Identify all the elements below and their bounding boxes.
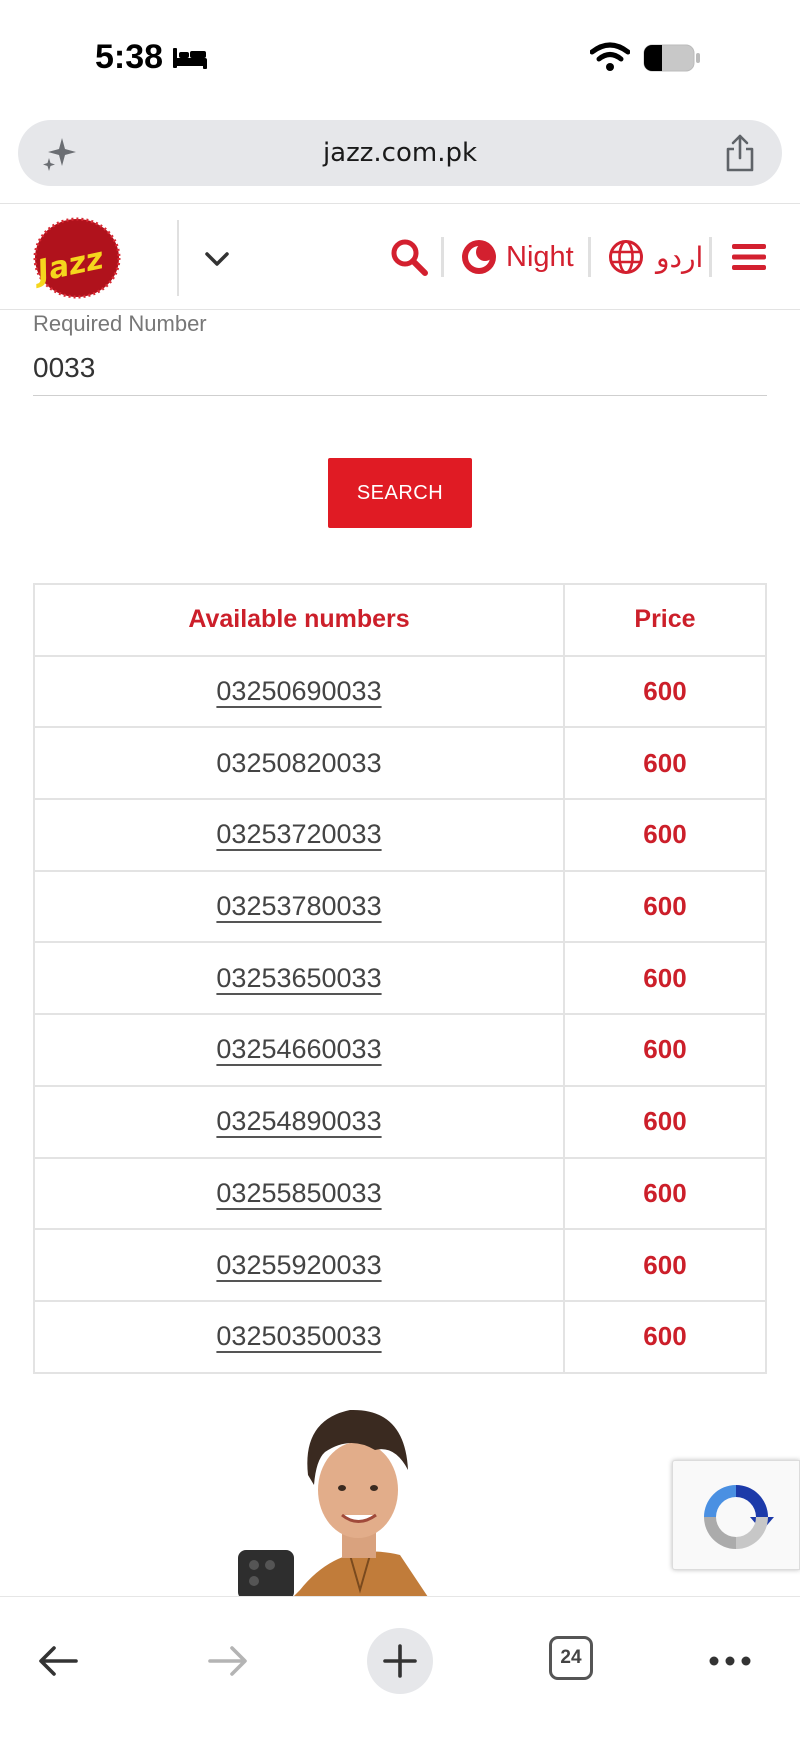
price-cell: 600 [563, 1228, 767, 1302]
table-row: 03254890033 600 [33, 1084, 767, 1159]
jazz-logo[interactable]: Jazz [30, 217, 128, 299]
recaptcha-icon [704, 1485, 774, 1549]
number-link[interactable]: 03255850033 [216, 1178, 381, 1208]
status-time: 5:38 [95, 38, 164, 76]
number-cell: 03250820033 [33, 726, 565, 801]
forward-button[interactable] [198, 1631, 258, 1691]
column-header-numbers: Available numbers [33, 583, 565, 657]
table-row: 03253780033 600 [33, 869, 767, 944]
number-text: 03250820033 [216, 747, 382, 778]
table-row: 03253720033 600 [33, 798, 767, 872]
recaptcha-badge[interactable] [672, 1460, 800, 1570]
price-cell: 600 [563, 726, 767, 801]
sleep-mode-icon [173, 48, 207, 69]
table-row: 03255850033 600 [33, 1156, 767, 1231]
price-cell: 600 [563, 1013, 767, 1087]
column-header-price: Price [563, 583, 767, 657]
more-icon [709, 1656, 751, 1666]
number-cell: 03255920033 [33, 1228, 565, 1302]
header-separator [588, 237, 591, 277]
header-divider [177, 220, 179, 296]
required-number-input[interactable] [33, 340, 767, 396]
number-cell: 03253780033 [33, 869, 565, 944]
number-cell: 03254890033 [33, 1084, 565, 1159]
number-cell: 03250690033 [33, 654, 565, 729]
number-link[interactable]: 03253650033 [216, 963, 381, 993]
night-mode-label: Night [506, 240, 574, 273]
search-icon[interactable] [389, 237, 429, 277]
number-cell: 03255850033 [33, 1156, 565, 1231]
number-link[interactable]: 03254890033 [216, 1106, 381, 1136]
table-row: 03254660033 600 [33, 1013, 767, 1087]
number-cell: 03250350033 [33, 1299, 565, 1374]
arrow-left-icon [39, 1646, 78, 1676]
number-cell: 03253720033 [33, 798, 565, 872]
price-cell: 600 [563, 1299, 767, 1374]
chevron-down-icon[interactable] [200, 242, 234, 276]
price-cell: 600 [563, 869, 767, 944]
table-header-row: Available numbers Price [33, 583, 767, 657]
number-link[interactable]: 03250690033 [216, 676, 381, 706]
status-bar: 5:38 [0, 0, 800, 110]
price-cell: 600 [563, 1084, 767, 1159]
required-number-label: Required Number [33, 311, 207, 336]
number-link[interactable]: 03254660033 [216, 1034, 381, 1064]
table-body: 03250690033 600 03250820033 600 03253720033 6… [33, 654, 767, 1374]
header-separator [441, 237, 444, 277]
number-cell: 03254660033 [33, 1013, 565, 1087]
search-button[interactable]: SEARCH [328, 458, 472, 528]
price-cell: 600 [563, 941, 767, 1016]
night-mode-icon [462, 240, 496, 274]
promo-person-image [238, 1409, 430, 1600]
number-link[interactable]: 03253720033 [216, 819, 381, 849]
language-toggle[interactable]: اردو [608, 234, 703, 280]
header-separator [709, 237, 712, 277]
plus-icon [383, 1644, 417, 1678]
tab-switcher-button[interactable]: 24 [549, 1636, 593, 1680]
more-options-button[interactable] [700, 1631, 760, 1691]
browser-toolbar: 24 [0, 1596, 800, 1738]
number-link[interactable]: 03250350033 [216, 1321, 381, 1351]
table-row: 03253650033 600 [33, 941, 767, 1016]
table-row: 03250820033 600 [33, 726, 767, 801]
back-button[interactable] [28, 1631, 88, 1691]
table-row: 03255920033 600 [33, 1228, 767, 1302]
number-cell: 03253650033 [33, 941, 565, 1016]
hamburger-menu-icon[interactable] [731, 242, 767, 272]
night-mode-toggle[interactable]: Night [460, 234, 574, 280]
share-icon[interactable] [724, 134, 756, 172]
number-link[interactable]: 03255920033 [216, 1250, 381, 1280]
table-row: 03250350033 600 [33, 1299, 767, 1374]
arrow-right-icon [208, 1646, 247, 1676]
address-bar[interactable]: jazz.com.pk [18, 120, 782, 186]
battery-icon [643, 44, 700, 72]
language-label: اردو [656, 240, 704, 274]
available-numbers-table: Available numbers Price 03250690033 600 03… [33, 583, 767, 1374]
table-row: 03250690033 600 [33, 654, 767, 729]
new-tab-button[interactable] [367, 1628, 433, 1694]
number-link[interactable]: 03253780033 [216, 891, 381, 921]
price-cell: 600 [563, 798, 767, 872]
globe-icon [609, 240, 643, 274]
url-text: jazz.com.pk [322, 138, 478, 168]
site-header: Jazz Night اردو [0, 203, 800, 310]
wifi-icon [590, 42, 630, 71]
price-cell: 600 [563, 1156, 767, 1231]
price-cell: 600 [563, 654, 767, 729]
